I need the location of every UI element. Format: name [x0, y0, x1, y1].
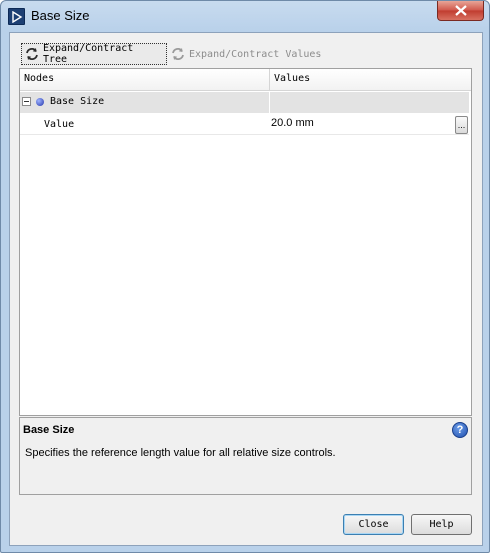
group-label: Base Size: [50, 96, 105, 107]
help-icon[interactable]: ?: [452, 422, 468, 438]
column-header-values[interactable]: Values: [274, 73, 310, 84]
description-panel: Base Size ? Specifies the reference leng…: [19, 417, 472, 495]
help-button[interactable]: Help: [411, 514, 472, 535]
property-name: Value: [44, 119, 75, 130]
node-bullet-icon: [36, 98, 44, 106]
expand-contract-values-label: Expand/Contract Values: [189, 48, 322, 60]
app-logo-icon: [8, 8, 25, 25]
edit-value-button[interactable]: ...: [455, 116, 468, 134]
column-separator: [269, 92, 270, 113]
description-text: Specifies the reference length value for…: [25, 447, 336, 459]
column-header-nodes[interactable]: Nodes: [24, 73, 54, 84]
window-close-button[interactable]: [437, 1, 484, 21]
property-tree[interactable]: Nodes Values Base Size Value 20.0 mm ...: [19, 68, 472, 416]
tree-header: Nodes Values: [20, 69, 471, 91]
title-bar[interactable]: Base Size: [1, 1, 489, 31]
tree-group-row[interactable]: Base Size: [20, 92, 469, 113]
dialog-client-area: Expand/Contract Tree Expand/Contract Val…: [9, 32, 483, 546]
property-value-field[interactable]: 20.0 mm: [271, 117, 314, 129]
window-title: Base Size: [31, 8, 90, 23]
column-separator[interactable]: [269, 69, 270, 91]
close-button[interactable]: Close: [343, 514, 404, 535]
table-row[interactable]: Value 20.0 mm ...: [20, 114, 469, 135]
refresh-icon: [26, 48, 38, 60]
expand-contract-values-button[interactable]: Expand/Contract Values: [168, 43, 328, 65]
expand-contract-tree-button[interactable]: Expand/Contract Tree: [21, 43, 167, 65]
collapse-icon[interactable]: [22, 97, 31, 106]
refresh-icon: [172, 48, 184, 60]
description-title: Base Size: [23, 424, 75, 436]
expand-contract-tree-label: Expand/Contract Tree: [42, 43, 134, 65]
dialog-window: Base Size Expand/Contract Tree Expand/Co…: [0, 0, 490, 553]
